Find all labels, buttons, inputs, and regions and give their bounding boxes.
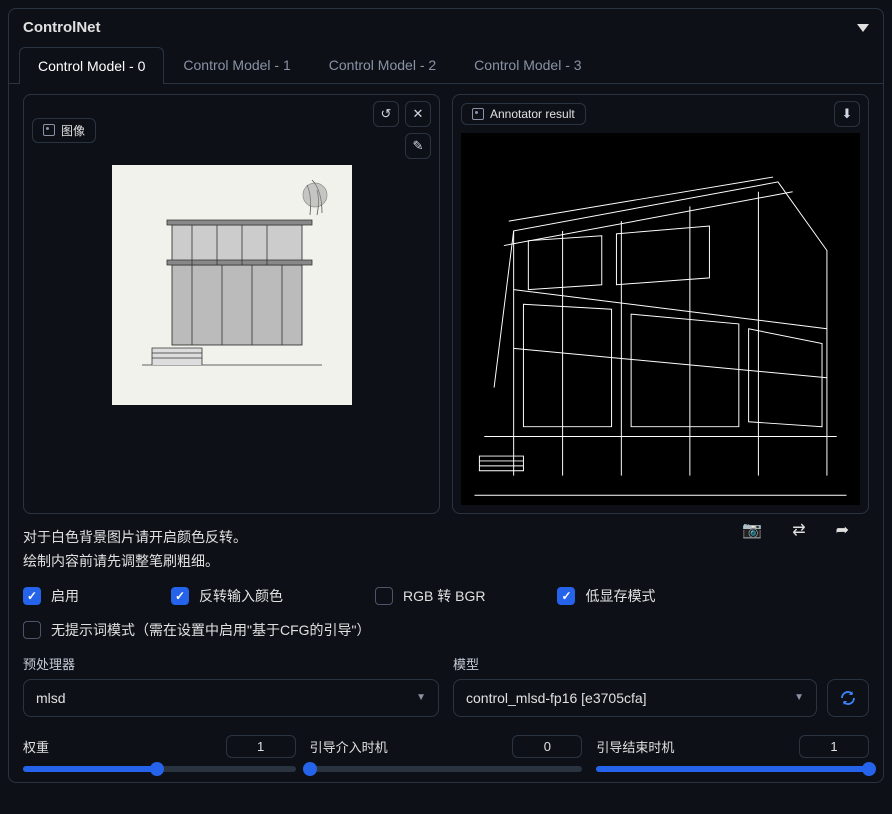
tabs: Control Model - 0 Control Model - 1 Cont… [9, 46, 883, 84]
tab-model-0[interactable]: Control Model - 0 [19, 47, 164, 84]
lowvram-checkbox[interactable]: 低显存模式 [557, 586, 655, 606]
checkbox-icon [375, 587, 393, 605]
checkbox-icon [23, 621, 41, 639]
camera-icon[interactable]: 📷 [742, 520, 762, 540]
image-icon [472, 108, 484, 120]
hint-text: 对于白色背景图片请开启颜色反转。 绘制内容前请先调整笔刷粗细。 [23, 526, 247, 574]
controlnet-panel: ControlNet Control Model - 0 Control Mod… [8, 8, 884, 783]
image-icon [43, 124, 55, 136]
swap-icon[interactable]: ⇄ [792, 520, 805, 540]
checkbox-icon [23, 587, 41, 605]
model-select[interactable]: control_mlsd-fp16 [e3705cfa] ▼ [453, 679, 817, 717]
download-button[interactable]: ⬇ [834, 101, 860, 127]
preprocessor-select[interactable]: mlsd ▼ [23, 679, 439, 717]
draw-button[interactable]: ✎ [405, 133, 431, 159]
annotator-label: Annotator result [461, 103, 586, 125]
tab-model-3[interactable]: Control Model - 3 [455, 46, 600, 83]
annotator-line-image [461, 133, 860, 505]
clear-button[interactable]: ✕ [405, 101, 431, 127]
annotator-canvas [453, 133, 868, 513]
model-label: 模型 [453, 654, 869, 673]
send-icon[interactable]: ➦ [836, 520, 849, 540]
collapse-icon[interactable] [857, 24, 869, 32]
panel-title: ControlNet [23, 19, 101, 36]
noprompt-checkbox[interactable]: 无提示词模式（需在设置中启用"基于CFG的引导"） [23, 620, 371, 640]
enable-checkbox[interactable]: 启用 [23, 586, 79, 606]
guidance-end-label: 引导结束时机 [596, 737, 674, 756]
input-image-label: 图像 [32, 118, 96, 143]
invert-checkbox[interactable]: 反转输入颜色 [171, 586, 283, 606]
input-image-box[interactable]: 图像 ↺ ✕ ✎ [23, 94, 440, 514]
refresh-icon [839, 689, 857, 707]
annotator-result-box: Annotator result ⬇ [452, 94, 869, 514]
panel-header[interactable]: ControlNet [9, 9, 883, 46]
checkbox-icon [557, 587, 575, 605]
guidance-start-label: 引导介入时机 [310, 737, 388, 756]
input-sketch-image [112, 165, 352, 405]
guidance-end-value[interactable]: 1 [799, 735, 869, 758]
guidance-end-slider[interactable] [596, 766, 869, 772]
chevron-down-icon: ▼ [794, 692, 804, 703]
refresh-models-button[interactable] [827, 679, 869, 717]
checkbox-icon [171, 587, 189, 605]
weight-label: 权重 [23, 737, 49, 756]
tab-content: 图像 ↺ ✕ ✎ [9, 84, 883, 782]
chevron-down-icon: ▼ [416, 692, 426, 703]
weight-slider[interactable] [23, 766, 296, 772]
weight-value[interactable]: 1 [226, 735, 296, 758]
input-canvas[interactable] [24, 165, 439, 513]
tab-model-1[interactable]: Control Model - 1 [164, 46, 309, 83]
guidance-start-slider[interactable] [310, 766, 583, 772]
guidance-start-value[interactable]: 0 [512, 735, 582, 758]
undo-button[interactable]: ↺ [373, 101, 399, 127]
tab-model-2[interactable]: Control Model - 2 [310, 46, 455, 83]
preprocessor-label: 预处理器 [23, 654, 439, 673]
rgb2bgr-checkbox[interactable]: RGB 转 BGR [375, 586, 485, 606]
